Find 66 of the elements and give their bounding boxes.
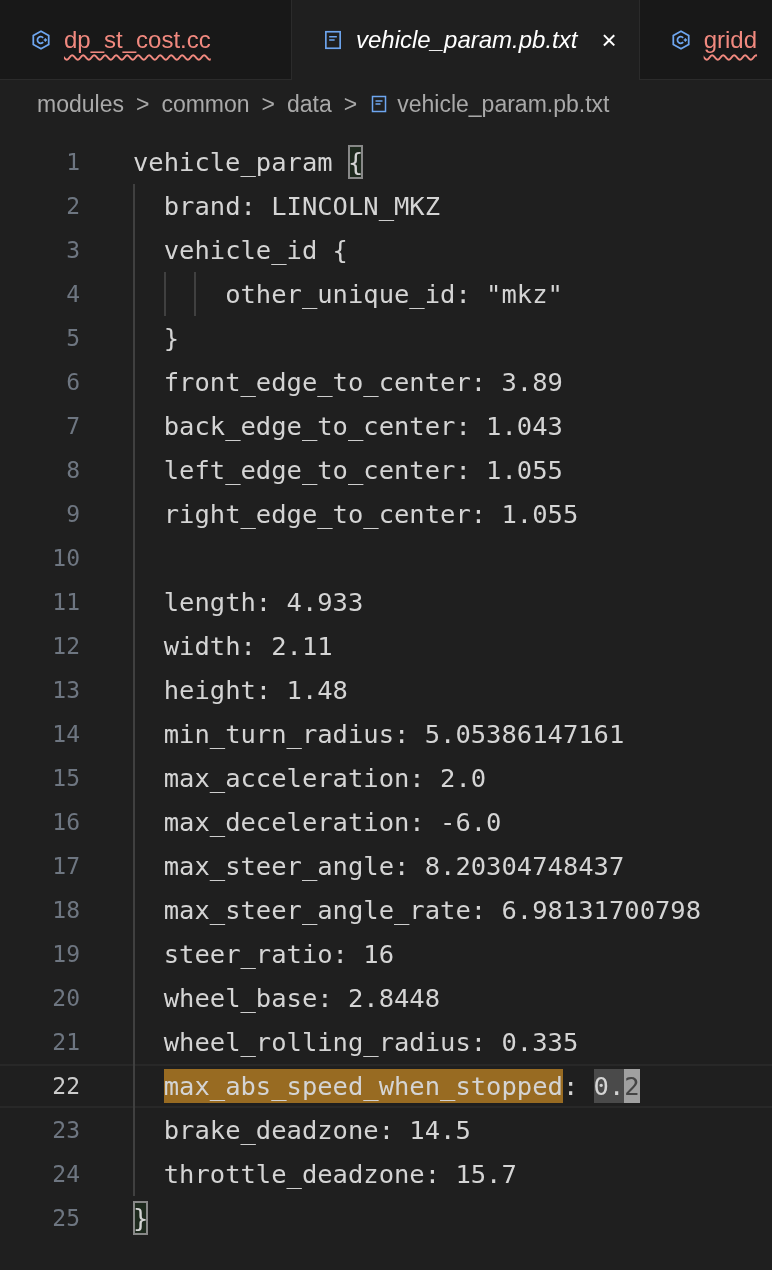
code-text: wheel_rolling_radius: 0.335 [163, 1026, 579, 1059]
line-number: 5 [65, 325, 80, 351]
line-number: 24 [51, 1161, 80, 1187]
code-text: left_edge_to_center: 1.055 [163, 454, 563, 487]
code-text: } [163, 322, 180, 355]
line-number: 22 [51, 1073, 80, 1099]
code-text: vehicle_id { [163, 234, 348, 267]
editor-tab[interactable]: vehicle_param.pb.txt × [292, 0, 640, 80]
line-number: 4 [65, 281, 80, 307]
line-number: 6 [65, 369, 80, 395]
matched-bracket: { [347, 145, 364, 179]
line-number: 15 [51, 765, 80, 791]
line-number: 25 [51, 1205, 80, 1231]
line-number: 12 [51, 633, 80, 659]
code-text: throttle_deadzone: 15.7 [163, 1158, 517, 1191]
cursor-char: 2 [624, 1069, 640, 1103]
code-text: min_turn_radius: 5.05386147161 [163, 718, 625, 751]
close-button[interactable]: × [601, 24, 617, 56]
line-number: 20 [51, 985, 80, 1011]
code-text: front_edge_to_center: 3.89 [163, 366, 563, 399]
line-number: 14 [51, 721, 80, 747]
cpp-file-icon [669, 29, 692, 51]
line-number: 21 [51, 1029, 80, 1055]
breadcrumb-separator: > [135, 90, 150, 118]
selected-text: 0. [593, 1069, 625, 1103]
breadcrumb-item[interactable]: common [161, 90, 250, 118]
line-number: 18 [51, 897, 80, 923]
code-text: brand: LINCOLN_MKZ [163, 190, 441, 223]
line-number: 3 [65, 237, 80, 263]
breadcrumb-item[interactable]: vehicle_param.pb.txt [397, 90, 610, 118]
code-text: other_unique_id: "mkz" [225, 278, 563, 311]
breadcrumb-separator: > [343, 90, 358, 118]
editor-tab[interactable]: gridd [639, 0, 772, 80]
code-text: length: 4.933 [163, 586, 364, 619]
line-number: 11 [51, 589, 80, 615]
line-number: 19 [51, 941, 80, 967]
cpp-file-icon [30, 29, 52, 51]
line-number: 17 [51, 853, 80, 879]
line-number: 10 [51, 545, 80, 571]
code-text: height: 1.48 [163, 674, 348, 707]
breadcrumb-item[interactable]: data [287, 90, 332, 118]
code-text: steer_ratio: 16 [163, 938, 394, 971]
line-number: 7 [65, 413, 80, 439]
code-text: max_acceleration: 2.0 [163, 762, 487, 795]
code-text: max_steer_angle_rate: 6.98131700798 [163, 894, 702, 927]
code-text: vehicle_param [133, 146, 334, 179]
code-text: right_edge_to_center: 1.055 [163, 498, 579, 531]
breadcrumb-item[interactable]: modules [37, 90, 124, 118]
line-number: 1 [65, 149, 80, 175]
line-number: 13 [51, 677, 80, 703]
code-text: brake_deadzone: 14.5 [163, 1114, 471, 1147]
code-text: max_steer_angle: 8.20304748437 [163, 850, 625, 883]
code-text: wheel_base: 2.8448 [163, 982, 441, 1015]
line-number: 9 [65, 501, 80, 527]
code-text: width: 2.11 [163, 630, 333, 663]
breadcrumb-separator: > [261, 90, 275, 118]
line-number: 23 [51, 1117, 80, 1143]
code-text: back_edge_to_center: 1.043 [163, 410, 563, 443]
search-match: max_abs_speed_when_stopped [163, 1069, 563, 1103]
line-number: 8 [65, 457, 80, 483]
text-file-icon [322, 29, 344, 51]
code-text: max_deceleration: -6.0 [163, 806, 502, 839]
code-text: : [562, 1070, 580, 1103]
line-number: 16 [51, 809, 80, 835]
matched-bracket: } [133, 1201, 149, 1235]
line-number: 2 [65, 193, 80, 219]
